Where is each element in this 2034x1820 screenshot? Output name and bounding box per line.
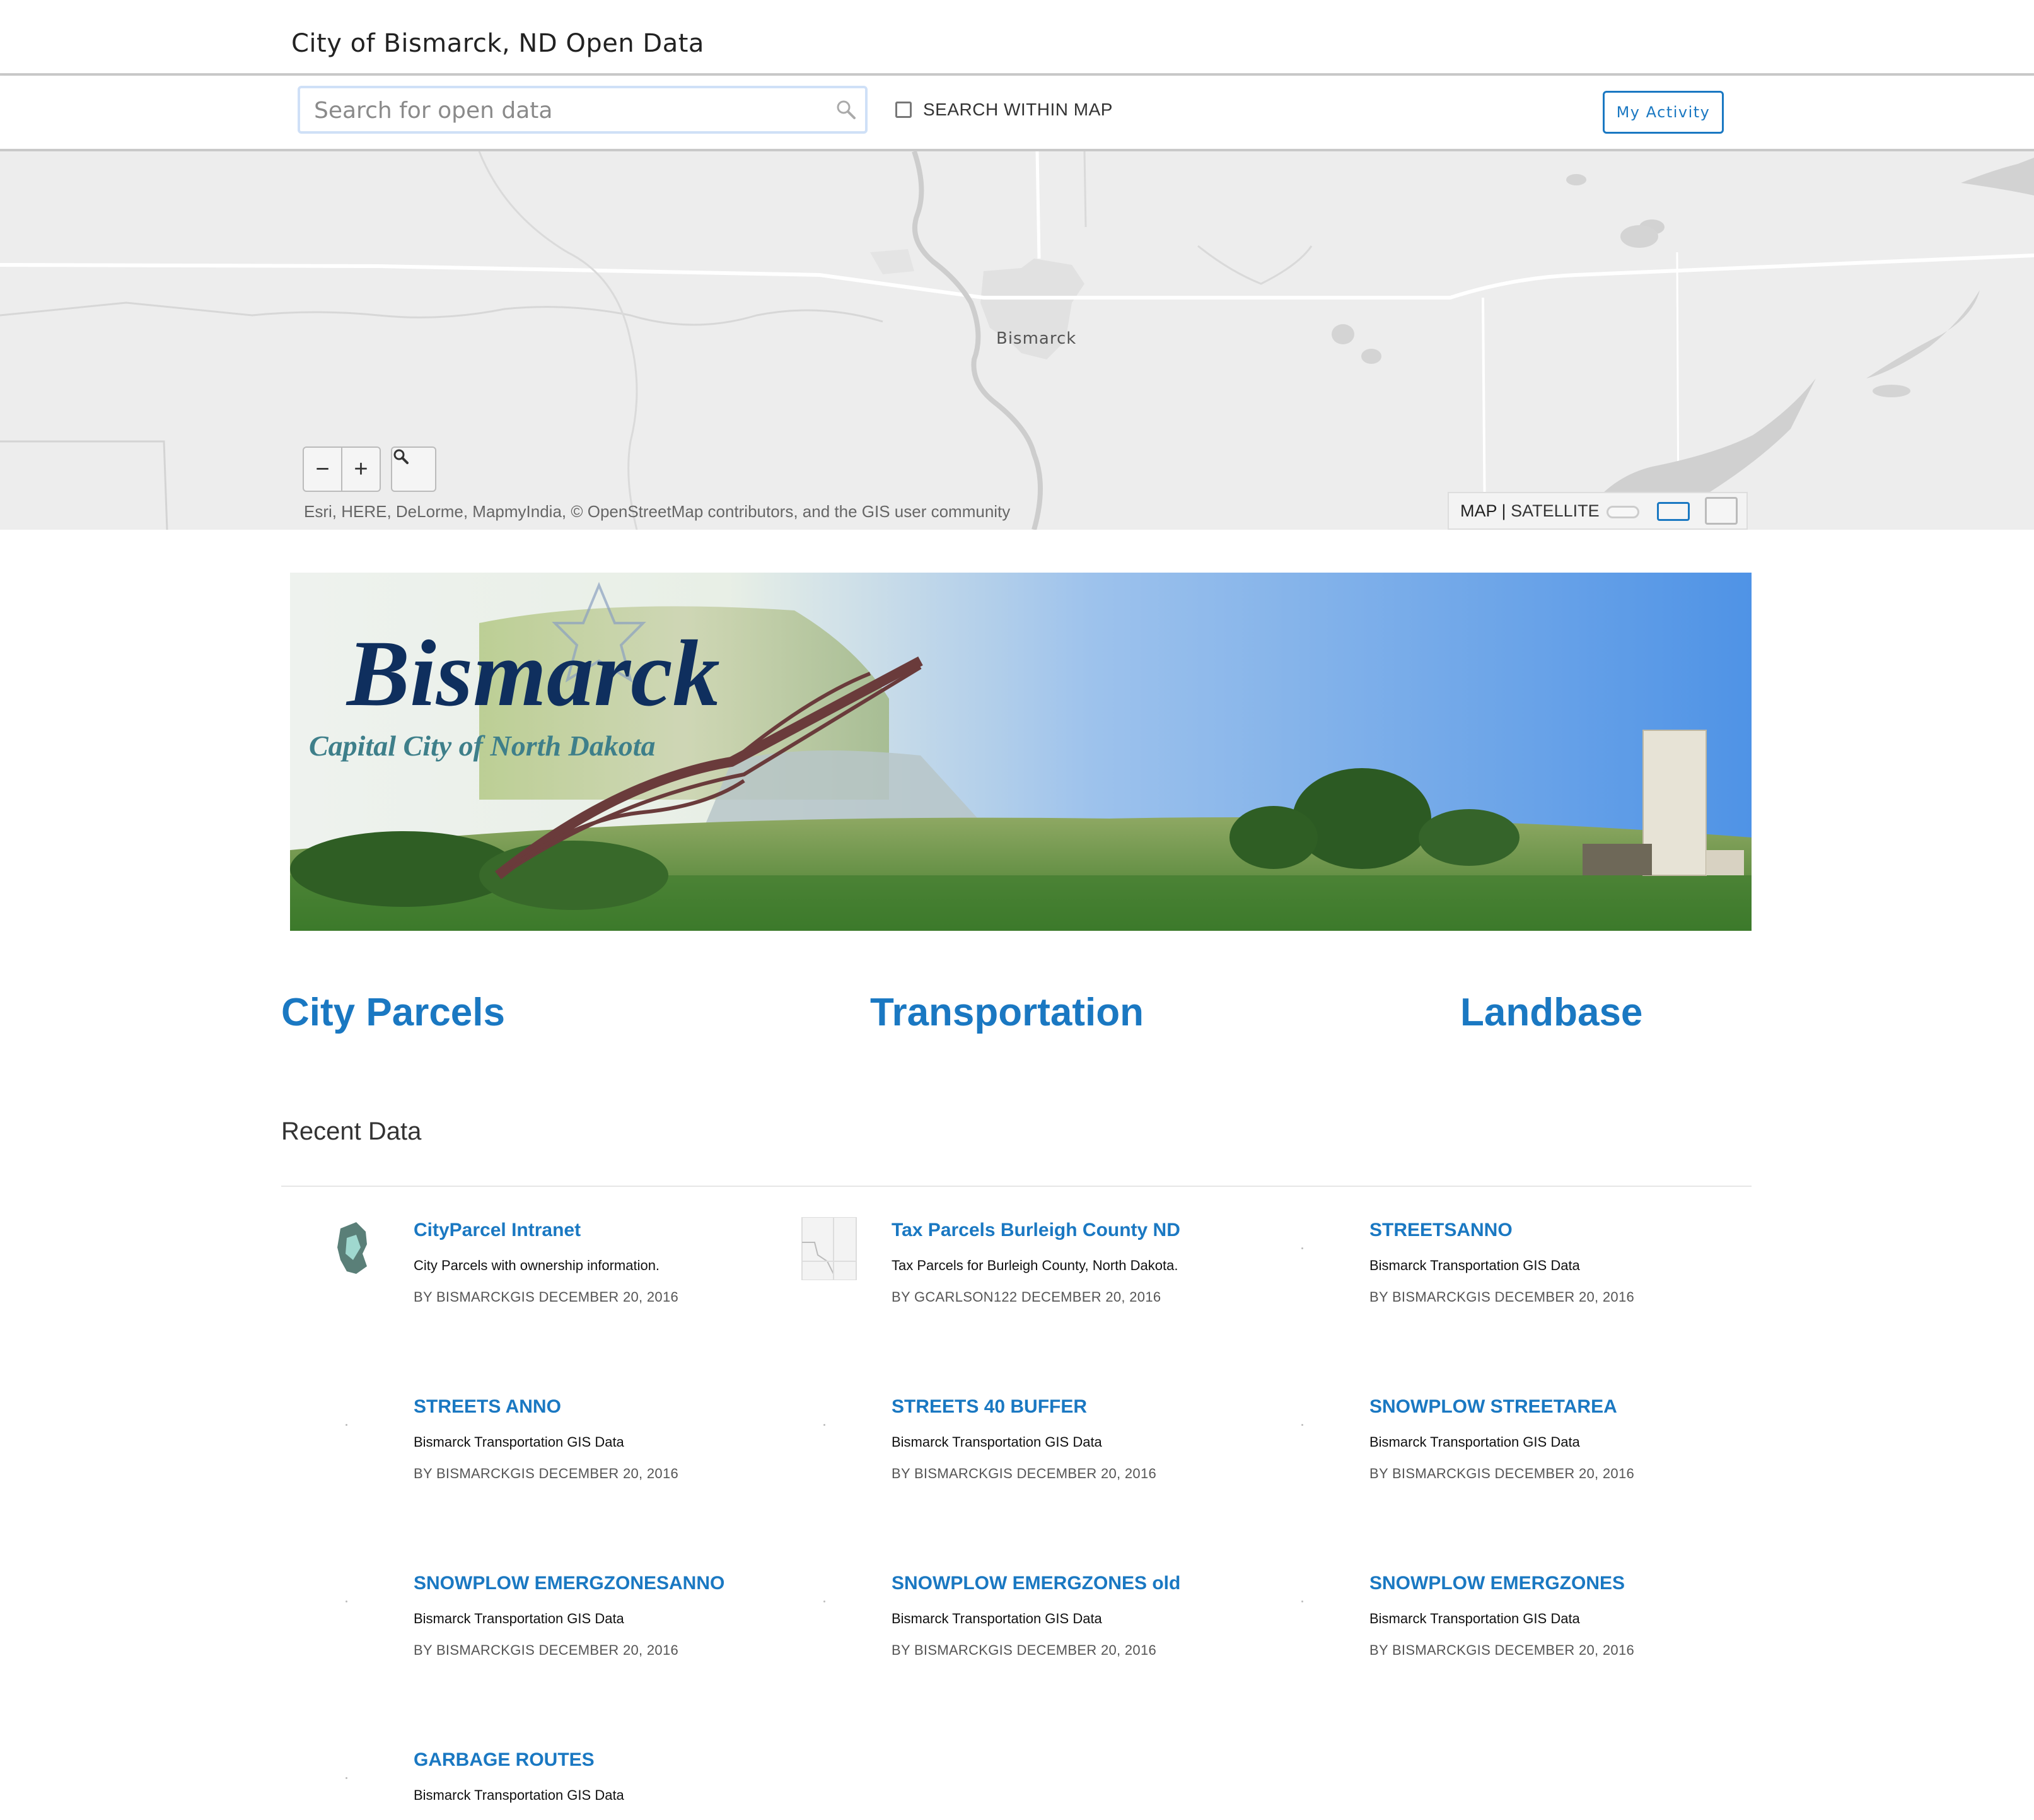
dataset-thumbnail[interactable] bbox=[322, 1216, 385, 1279]
search-within-map[interactable]: SEARCH WITHIN MAP bbox=[895, 100, 1113, 120]
basemap-thumb-selected[interactable] bbox=[1657, 502, 1690, 521]
site-title[interactable]: City of Bismarck, ND Open Data bbox=[291, 29, 704, 58]
list-item: Tax Parcels Burleigh County ND Tax Parce… bbox=[801, 1217, 1345, 1305]
item-description: Bismarck Transportation GIS Data bbox=[1369, 1434, 1580, 1450]
basemap-separator: | bbox=[1497, 501, 1511, 520]
banner-tagline: Capital City of North Dakota bbox=[309, 730, 655, 762]
list-item: GARBAGE ROUTES Bismarck Transportation G… bbox=[346, 1749, 868, 1804]
item-title[interactable]: SNOWPLOW STREETAREA bbox=[1369, 1396, 1823, 1418]
dataset-thumbnail[interactable] bbox=[1301, 1601, 1303, 1602]
recent-data-heading: Recent Data bbox=[281, 1117, 422, 1145]
item-meta: BY BISMARCKGIS DECEMBER 20, 2016 bbox=[1369, 1642, 1635, 1658]
basemap-toggle: MAP | SATELLITE bbox=[1448, 492, 1748, 530]
banner-image: Bismarck Capital City of North Dakota bbox=[290, 573, 1752, 931]
dataset-thumbnail[interactable] bbox=[1301, 1247, 1303, 1249]
item-description: Bismarck Transportation GIS Data bbox=[1369, 1257, 1580, 1273]
item-meta: BY BISMARCKGIS DECEMBER 20, 2016 bbox=[1369, 1289, 1635, 1305]
search-bar: SEARCH WITHIN MAP My Activity bbox=[0, 76, 2034, 151]
item-meta: BY BISMARCKGIS DECEMBER 20, 2016 bbox=[414, 1466, 679, 1481]
item-title[interactable]: STREETS ANNO bbox=[414, 1396, 868, 1418]
category-transportation[interactable]: Transportation bbox=[870, 990, 1144, 1035]
basemap-satellite-option[interactable]: SATELLITE bbox=[1511, 501, 1600, 520]
dataset-thumbnail[interactable] bbox=[1301, 1424, 1303, 1426]
map-attribution: Esri, HERE, DeLorme, MapmyIndia, © OpenS… bbox=[304, 502, 1011, 521]
list-item: SNOWPLOW EMERGZONESANNO Bismarck Transpo… bbox=[346, 1573, 868, 1659]
map-view[interactable]: Bismarck − + Esri, HERE, DeLorme, MapmyI… bbox=[0, 151, 2034, 530]
item-title[interactable]: GARBAGE ROUTES bbox=[414, 1749, 868, 1771]
map-search-button[interactable] bbox=[391, 446, 436, 492]
item-meta: BY BISMARCKGIS DECEMBER 20, 2016 bbox=[1369, 1466, 1635, 1481]
item-description: Bismarck Transportation GIS Data bbox=[892, 1611, 1102, 1626]
my-activity-button[interactable]: My Activity bbox=[1603, 91, 1724, 134]
item-title[interactable]: SNOWPLOW EMERGZONES old bbox=[892, 1573, 1345, 1594]
item-meta: BY GCARLSON122 DECEMBER 20, 2016 bbox=[892, 1289, 1161, 1305]
item-title[interactable]: Tax Parcels Burleigh County ND bbox=[892, 1220, 1345, 1241]
item-meta: BY BISMARCKGIS DECEMBER 20, 2016 bbox=[892, 1642, 1157, 1658]
list-item: STREETSANNO Bismarck Transportation GIS … bbox=[1301, 1220, 1823, 1305]
item-description: Bismarck Transportation GIS Data bbox=[892, 1434, 1102, 1450]
hero-banner: Bismarck Capital City of North Dakota bbox=[290, 573, 1752, 931]
magnifier-icon bbox=[393, 449, 409, 464]
item-description: Bismarck Transportation GIS Data bbox=[414, 1434, 624, 1450]
zoom-out-button[interactable]: − bbox=[304, 448, 341, 491]
search-box[interactable] bbox=[298, 86, 868, 134]
item-meta: BY BISMARCKGIS DECEMBER 20, 2016 bbox=[892, 1466, 1157, 1481]
item-description: Bismarck Transportation GIS Data bbox=[1369, 1611, 1580, 1626]
item-description: Tax Parcels for Burleigh County, North D… bbox=[892, 1257, 1178, 1273]
basemap-thumb-light[interactable] bbox=[1607, 506, 1639, 518]
basemap-thumb-dark[interactable] bbox=[1705, 497, 1738, 525]
list-item: SNOWPLOW STREETAREA Bismarck Transportat… bbox=[1301, 1396, 1823, 1482]
dataset-thumbnail[interactable] bbox=[823, 1601, 825, 1602]
category-city-parcels[interactable]: City Parcels bbox=[281, 990, 505, 1035]
item-title[interactable]: STREETSANNO bbox=[1369, 1220, 1823, 1241]
list-item: STREETS 40 BUFFER Bismarck Transportatio… bbox=[823, 1396, 1345, 1482]
dataset-thumbnail[interactable] bbox=[796, 1217, 859, 1280]
search-within-map-checkbox[interactable] bbox=[895, 102, 912, 118]
item-title[interactable]: SNOWPLOW EMERGZONESANNO bbox=[414, 1573, 868, 1594]
dataset-thumbnail[interactable] bbox=[823, 1424, 825, 1426]
list-item: SNOWPLOW EMERGZONES Bismarck Transportat… bbox=[1301, 1573, 1823, 1659]
map-place-label: Bismarck bbox=[996, 329, 1077, 348]
basemap-map-option[interactable]: MAP bbox=[1460, 501, 1497, 520]
list-item: STREETS ANNO Bismarck Transportation GIS… bbox=[346, 1396, 868, 1482]
dataset-thumbnail[interactable] bbox=[346, 1777, 347, 1779]
search-icon[interactable] bbox=[835, 98, 857, 121]
search-input[interactable] bbox=[313, 88, 820, 132]
dataset-thumbnail[interactable] bbox=[346, 1424, 347, 1426]
site-header: City of Bismarck, ND Open Data bbox=[0, 0, 2034, 76]
item-description: Bismarck Transportation GIS Data bbox=[414, 1787, 624, 1803]
item-title[interactable]: SNOWPLOW EMERGZONES bbox=[1369, 1573, 1823, 1594]
dataset-thumbnail[interactable] bbox=[346, 1601, 347, 1602]
zoom-controls: − + bbox=[303, 446, 381, 492]
item-description: Bismarck Transportation GIS Data bbox=[414, 1611, 624, 1626]
item-meta: BY BISMARCKGIS DECEMBER 20, 2016 bbox=[414, 1289, 679, 1305]
banner-logo-text: Bismarck bbox=[346, 621, 720, 726]
list-item: SNOWPLOW EMERGZONES old Bismarck Transpo… bbox=[823, 1573, 1345, 1659]
item-title[interactable]: STREETS 40 BUFFER bbox=[892, 1396, 1345, 1418]
item-meta: BY BISMARCKGIS DECEMBER 20, 2016 bbox=[414, 1642, 679, 1658]
category-landbase[interactable]: Landbase bbox=[1460, 990, 1642, 1035]
search-within-map-label[interactable]: SEARCH WITHIN MAP bbox=[923, 100, 1113, 120]
section-divider bbox=[281, 1186, 1752, 1187]
zoom-in-button[interactable]: + bbox=[341, 448, 380, 491]
